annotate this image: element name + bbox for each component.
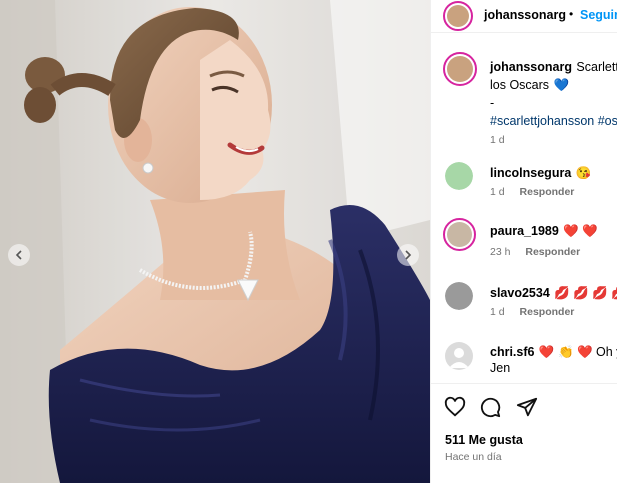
caption-username[interactable]: johanssonarg bbox=[490, 60, 572, 74]
actions-divider bbox=[431, 383, 617, 384]
previous-photo-button[interactable] bbox=[8, 244, 30, 266]
comment-username[interactable]: lincolnsegura bbox=[490, 166, 571, 180]
header-dot: • bbox=[569, 7, 574, 21]
post-photo bbox=[0, 0, 430, 483]
commenter-avatar[interactable] bbox=[445, 342, 473, 370]
comment-time: 1 d bbox=[490, 306, 505, 318]
comment-text: 💋 💋 💋 💋 bbox=[554, 286, 617, 300]
comment-item: paura_1989 ❤️ ❤️ 23 h Responder bbox=[431, 218, 617, 262]
comment-text: 😘 bbox=[575, 166, 592, 180]
chevron-left-icon bbox=[15, 250, 22, 260]
comment-username[interactable]: chri.sf6 bbox=[490, 345, 534, 359]
commenter-avatar[interactable] bbox=[445, 282, 473, 310]
comment-bubble-icon[interactable] bbox=[479, 396, 501, 418]
comment-item: slavo2534 💋 💋 💋 💋 1 d Responder bbox=[431, 280, 617, 324]
reply-button[interactable]: Responder bbox=[520, 306, 575, 318]
comment-username[interactable]: slavo2534 bbox=[490, 286, 550, 300]
comment-item: lincolnsegura 😘 1 d Responder bbox=[431, 160, 617, 204]
reply-button[interactable]: Responder bbox=[525, 246, 580, 258]
blue-heart-emoji: 💙 bbox=[553, 78, 570, 92]
heart-outline-icon[interactable] bbox=[444, 396, 466, 418]
post-media[interactable] bbox=[0, 0, 430, 483]
follow-button[interactable]: Seguir bbox=[580, 8, 617, 22]
comment-text: ❤️ 👏 ❤️ Oh yes bbox=[538, 345, 617, 359]
commenter-avatar[interactable] bbox=[445, 162, 473, 190]
comment-text: ❤️ ❤️ bbox=[563, 224, 598, 238]
default-avatar-icon bbox=[449, 348, 469, 368]
caption-time: 1 d bbox=[490, 134, 505, 146]
comment-username[interactable]: paura_1989 bbox=[490, 224, 559, 238]
author-avatar[interactable] bbox=[443, 1, 473, 31]
paper-plane-icon[interactable] bbox=[516, 396, 538, 418]
chevron-right-icon bbox=[405, 250, 412, 260]
like-count[interactable]: 511 Me gusta bbox=[445, 433, 523, 447]
caption-hashtags[interactable]: #scarlettjohansson #oscars bbox=[490, 114, 617, 128]
author-username[interactable]: johanssonarg bbox=[484, 8, 566, 22]
comment-text-line2: Jen bbox=[490, 361, 511, 375]
post-date: Hace un día bbox=[445, 451, 502, 463]
reply-button[interactable]: Responder bbox=[520, 186, 575, 198]
post-side-panel: johanssonarg • Seguir johanssonarg Scarl… bbox=[430, 0, 617, 483]
commenter-avatar[interactable] bbox=[443, 218, 476, 251]
caption-dash: - bbox=[490, 96, 495, 110]
caption-text-line2: los Oscars bbox=[490, 78, 550, 92]
caption-avatar[interactable] bbox=[443, 52, 477, 86]
comment-time: 23 h bbox=[490, 246, 511, 258]
post-header: johanssonarg • Seguir bbox=[431, 0, 617, 33]
caption-text-line1: Scarlett Johansson en bbox=[576, 60, 617, 74]
next-photo-button[interactable] bbox=[397, 244, 419, 266]
comment-time: 1 d bbox=[490, 186, 505, 198]
comment-item: chri.sf6 ❤️ 👏 ❤️ Oh yes Jen bbox=[431, 340, 617, 380]
